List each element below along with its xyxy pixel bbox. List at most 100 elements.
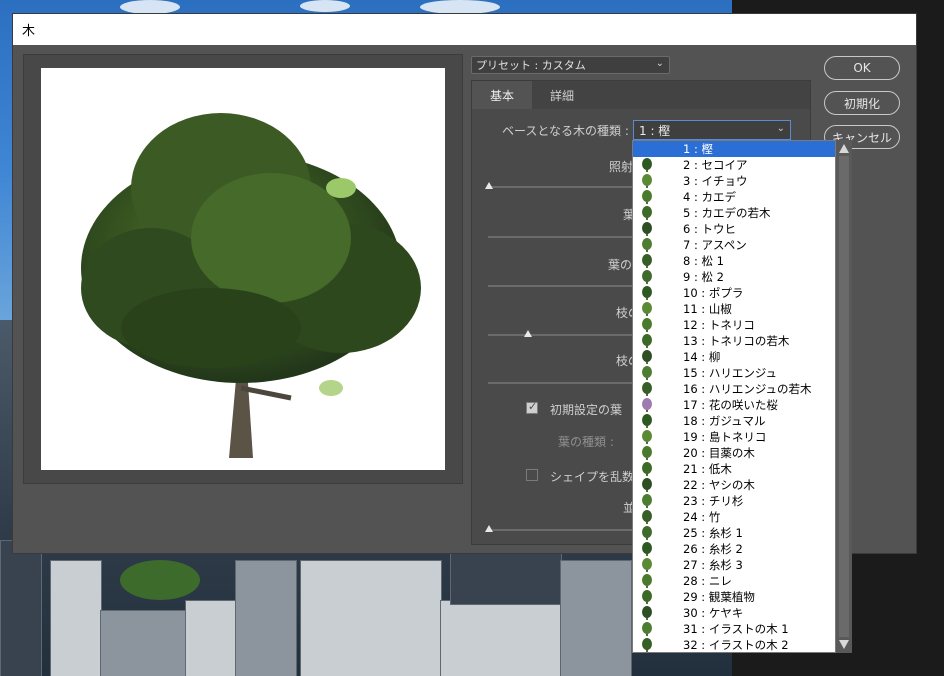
branch-height-slider[interactable] (488, 334, 638, 336)
building (0, 540, 42, 676)
dropdown-option-label: 24 : 竹 (683, 510, 721, 524)
dropdown-option-label: 7 : アスペン (683, 238, 747, 252)
tree-thumbnail-icon (640, 446, 654, 460)
dropdown-option-label: 4 : カエデ (683, 190, 737, 204)
scroll-up-arrow-icon[interactable] (839, 144, 849, 153)
dropdown-option[interactable]: 8 : 松 1 (633, 253, 835, 269)
arrange-slider-knob[interactable] (485, 525, 493, 532)
tree-preview-image (81, 113, 421, 458)
tab-bar-spacer (592, 81, 810, 109)
dropdown-scrollbar[interactable] (836, 140, 852, 653)
tab-advanced[interactable]: 詳細 (532, 81, 592, 109)
default-leaves-checkbox[interactable] (526, 400, 538, 414)
light-slider[interactable] (488, 186, 638, 188)
dropdown-option[interactable]: 28 : ニレ (633, 573, 835, 589)
dropdown-option-label: 10 : ポプラ (683, 286, 744, 300)
preset-select[interactable]: プリセット : カスタム ⌄ (471, 56, 670, 74)
dropdown-option[interactable]: 15 : ハリエンジュ (633, 365, 835, 381)
dialog-title-bar[interactable]: 木 (13, 14, 916, 45)
leaves-slider[interactable] (488, 236, 638, 238)
tree-thumbnail-icon (640, 366, 654, 380)
building (440, 600, 562, 676)
scroll-track[interactable] (839, 156, 849, 637)
tree-thumbnail-icon (640, 574, 654, 588)
building (300, 560, 442, 676)
dropdown-option[interactable]: 12 : トネリコ (633, 317, 835, 333)
dropdown-option[interactable]: 29 : 観葉植物 (633, 589, 835, 605)
dropdown-option[interactable]: 22 : ヤシの木 (633, 477, 835, 493)
dropdown-option-label: 3 : イチョウ (683, 174, 748, 188)
dropdown-option[interactable]: 32 : イラストの木 2 (633, 637, 835, 652)
tree-type-dropdown-list: 1 : 樫 2 : セコイア 3 : イチョウ 4 : カエデ 5 : カエデの若木 6 … (632, 140, 836, 653)
tab-basic[interactable]: 基本 (472, 81, 532, 109)
dropdown-option-label: 25 : 糸杉 1 (683, 526, 743, 540)
park-trees (120, 560, 200, 600)
tree-thumbnail-icon (640, 334, 654, 348)
dropdown-option-label: 31 : イラストの木 1 (683, 622, 789, 636)
randomize-shape-checkbox[interactable] (526, 469, 538, 481)
dropdown-option[interactable]: 2 : セコイア (633, 157, 835, 173)
ok-button[interactable]: OK (824, 56, 900, 80)
leaf-size-slider[interactable] (488, 285, 638, 287)
tree-thumbnail-icon (640, 222, 654, 236)
arrange-slider[interactable] (488, 529, 638, 531)
dropdown-option[interactable]: 9 : 松 2 (633, 269, 835, 285)
dropdown-option[interactable]: 30 : ケヤキ (633, 605, 835, 621)
branch-height-slider-knob[interactable] (524, 330, 532, 337)
dropdown-option[interactable]: 16 : ハリエンジュの若木 (633, 381, 835, 397)
dropdown-option[interactable]: 13 : トネリコの若木 (633, 333, 835, 349)
cloud (120, 0, 180, 14)
dropdown-option-label: 27 : 糸杉 3 (683, 558, 743, 572)
light-slider-knob[interactable] (485, 182, 493, 189)
tree-thumbnail-icon (640, 478, 654, 492)
dropdown-option[interactable]: 11 : 山椒 (633, 301, 835, 317)
dropdown-option[interactable]: 10 : ポプラ (633, 285, 835, 301)
dropdown-option-label: 17 : 花の咲いた桜 (683, 398, 778, 412)
dropdown-option[interactable]: 24 : 竹 (633, 509, 835, 525)
tree-thumbnail-icon (640, 638, 654, 652)
dropdown-option[interactable]: 26 : 糸杉 2 (633, 541, 835, 557)
dropdown-option-label: 13 : トネリコの若木 (683, 334, 790, 348)
dropdown-option-label: 15 : ハリエンジュ (683, 366, 778, 380)
chevron-down-icon: ⌄ (776, 123, 785, 134)
tree-thumbnail-icon (640, 238, 654, 252)
dropdown-option[interactable]: 14 : 柳 (633, 349, 835, 365)
tree-thumbnail-icon (640, 158, 654, 172)
tree-thumbnail-icon (640, 414, 654, 428)
dropdown-option[interactable]: 17 : 花の咲いた桜 (633, 397, 835, 413)
branch-thickness-slider[interactable] (488, 382, 638, 384)
preset-value: プリセット : カスタム (476, 59, 586, 72)
dropdown-option[interactable]: 7 : アスペン (633, 237, 835, 253)
scroll-down-arrow-icon[interactable] (839, 640, 849, 649)
dropdown-option-label: 1 : 樫 (683, 142, 714, 156)
dropdown-option[interactable]: 4 : カエデ (633, 189, 835, 205)
tree-type-value: 1 : 樫 (639, 123, 671, 138)
light-label: 照射 (609, 160, 634, 174)
tree-type-select[interactable]: 1 : 樫 ⌄ (633, 120, 791, 140)
default-leaves-label: 初期設定の葉 (550, 403, 623, 417)
tree-thumbnail-icon (640, 350, 654, 364)
dropdown-option[interactable]: 25 : 糸杉 1 (633, 525, 835, 541)
dropdown-option-label: 19 : 島トネリコ (683, 430, 767, 444)
dropdown-option-label: 2 : セコイア (683, 158, 748, 172)
building (50, 560, 102, 676)
dropdown-option-label: 12 : トネリコ (683, 318, 755, 332)
dropdown-option[interactable]: 20 : 目薬の木 (633, 445, 835, 461)
dropdown-option[interactable]: 1 : 樫 (633, 141, 835, 157)
cloud (420, 0, 500, 14)
building (235, 560, 297, 676)
reset-button[interactable]: 初期化 (824, 91, 900, 115)
dropdown-option-label: 20 : 目薬の木 (683, 446, 755, 460)
dropdown-option[interactable]: 3 : イチョウ (633, 173, 835, 189)
dropdown-option-label: 6 : トウヒ (683, 222, 737, 236)
dropdown-option[interactable]: 18 : ガジュマル (633, 413, 835, 429)
dropdown-option[interactable]: 23 : チリ杉 (633, 493, 835, 509)
dropdown-option[interactable]: 5 : カエデの若木 (633, 205, 835, 221)
dropdown-option[interactable]: 27 : 糸杉 3 (633, 557, 835, 573)
dropdown-option[interactable]: 19 : 島トネリコ (633, 429, 835, 445)
dropdown-option[interactable]: 21 : 低木 (633, 461, 835, 477)
dropdown-option[interactable]: 31 : イラストの木 1 (633, 621, 835, 637)
dropdown-option-label: 14 : 柳 (683, 350, 721, 364)
dropdown-option[interactable]: 6 : トウヒ (633, 221, 835, 237)
building (560, 560, 632, 676)
